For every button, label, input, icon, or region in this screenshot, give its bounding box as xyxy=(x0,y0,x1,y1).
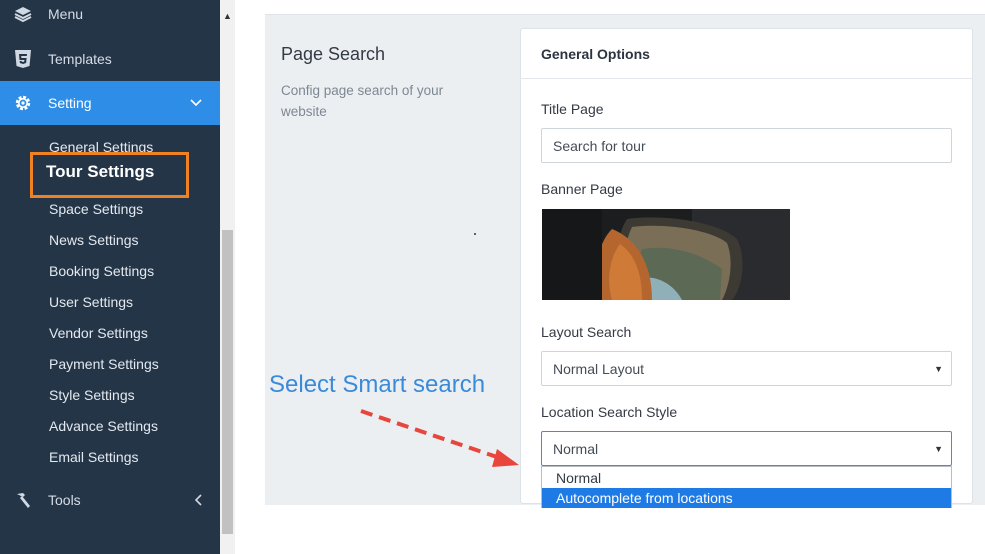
sidebar-subitem-vendor-settings[interactable]: Vendor Settings xyxy=(49,323,148,343)
dropdown-option-normal[interactable]: Normal xyxy=(542,468,951,488)
sidebar-item-label: Templates xyxy=(48,51,112,67)
sidebar-subitem-user-settings[interactable]: User Settings xyxy=(49,292,133,312)
banner-page-label: Banner Page xyxy=(541,181,623,197)
stray-dot xyxy=(474,233,476,235)
sidebar-item-label: Setting xyxy=(48,95,92,111)
sidebar-item-templates[interactable]: Templates xyxy=(0,37,220,81)
title-page-input[interactable]: Search for tour xyxy=(541,128,952,163)
banner-image[interactable] xyxy=(542,209,790,300)
html5-icon xyxy=(12,49,34,69)
sidebar: Menu Templates Setting General Settings … xyxy=(0,0,220,554)
layout-search-value: Normal Layout xyxy=(553,360,645,377)
card-title: General Options xyxy=(541,46,650,62)
sidebar-item-menu[interactable]: Menu xyxy=(0,0,220,36)
scroll-thumb[interactable] xyxy=(222,230,233,534)
location-search-style-value: Normal xyxy=(553,440,599,457)
caret-down-icon: ▼ xyxy=(934,443,943,454)
annotation-arrow-icon xyxy=(360,409,519,467)
annotation-text: Select Smart search xyxy=(269,371,486,398)
chevron-down-icon xyxy=(190,81,202,125)
sidebar-item-tools[interactable]: Tools xyxy=(0,478,220,522)
sidebar-subitem-email-settings[interactable]: Email Settings xyxy=(49,447,138,467)
dropdown-option-autocomplete[interactable]: Autocomplete from locations xyxy=(542,488,951,508)
gear-icon xyxy=(12,93,34,113)
sidebar-subitem-payment-settings[interactable]: Payment Settings xyxy=(49,354,159,374)
chevron-left-icon xyxy=(194,478,202,522)
scroll-up-arrow-icon[interactable]: ▲ xyxy=(220,10,235,22)
location-search-style-dropdown: Normal Autocomplete from locations xyxy=(541,466,952,508)
layout-search-label: Layout Search xyxy=(541,324,632,340)
layers-icon xyxy=(12,5,34,23)
title-page-label: Title Page xyxy=(541,101,604,117)
title-page-value: Search for tour xyxy=(553,137,646,154)
caret-down-icon: ▼ xyxy=(934,363,943,374)
sidebar-subitem-news-settings[interactable]: News Settings xyxy=(49,230,138,250)
sidebar-item-label: Menu xyxy=(48,6,84,22)
sidebar-subitem-tour-settings[interactable]: Tour Settings xyxy=(46,162,154,182)
sidebar-item-setting[interactable]: Setting xyxy=(0,81,220,125)
section-description: Config page search of your website xyxy=(281,83,444,119)
sidebar-scrollbar[interactable]: ▲ xyxy=(220,0,235,554)
sidebar-subitem-advance-settings[interactable]: Advance Settings xyxy=(49,416,158,436)
location-search-style-select[interactable]: Normal ▼ xyxy=(541,431,952,466)
sidebar-subitem-space-settings[interactable]: Space Settings xyxy=(49,199,143,219)
app-root: { "sidebar": { "menu_label": "Menu", "te… xyxy=(0,0,985,554)
sidebar-subitem-style-settings[interactable]: Style Settings xyxy=(49,385,135,405)
layout-search-select[interactable]: Normal Layout ▼ xyxy=(541,351,952,386)
sidebar-subitem-booking-settings[interactable]: Booking Settings xyxy=(49,261,154,281)
sidebar-item-label: Tools xyxy=(48,492,81,508)
section-title: Page Search xyxy=(281,44,386,64)
hammer-icon xyxy=(12,491,34,509)
location-search-style-label: Location Search Style xyxy=(541,404,678,420)
